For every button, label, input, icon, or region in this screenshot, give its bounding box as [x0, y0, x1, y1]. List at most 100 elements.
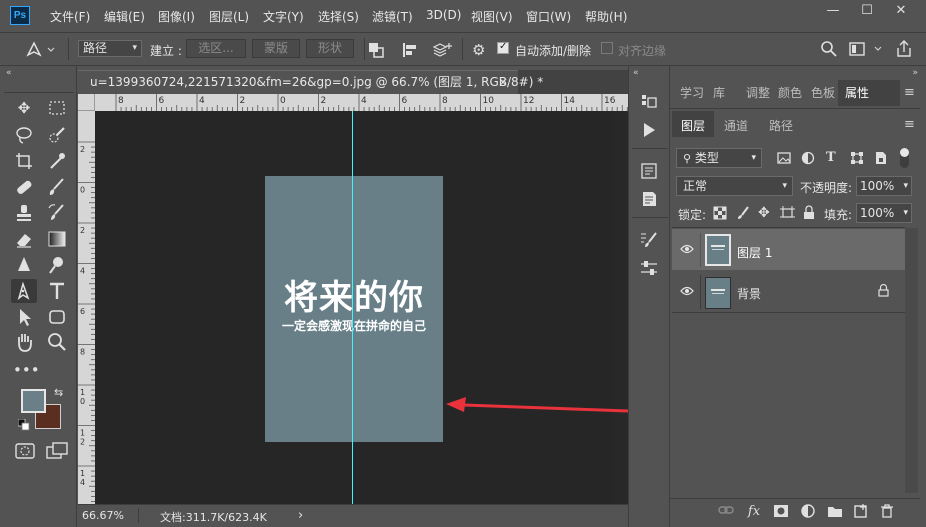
- path-alignment-icon[interactable]: [402, 42, 418, 58]
- panel-menu-icon[interactable]: ≡: [904, 85, 915, 100]
- layer-filter-select[interactable]: ⚲ 类型 ▾: [676, 148, 762, 168]
- tab-color[interactable]: 颜色: [778, 84, 802, 101]
- zoom-level[interactable]: 66.67%: [82, 509, 124, 522]
- more-tools-icon[interactable]: •••: [13, 359, 40, 381]
- filter-adjustment-layer-icon[interactable]: [801, 151, 815, 165]
- vertical-ruler[interactable]: 20246810121416: [78, 111, 95, 504]
- filter-smart-object-icon[interactable]: [874, 150, 888, 166]
- healing-brush-tool-icon[interactable]: [13, 176, 35, 198]
- tab-libraries[interactable]: 库: [713, 84, 725, 101]
- minimize-button[interactable]: —: [818, 2, 848, 20]
- auto-add-delete-checkbox[interactable]: [497, 41, 509, 54]
- tab-swatches[interactable]: 色板: [811, 84, 835, 101]
- path-arrangement-icon[interactable]: [432, 41, 452, 59]
- share-icon[interactable]: [895, 40, 913, 58]
- new-layer-icon[interactable]: [853, 504, 869, 518]
- pen-tool-icon[interactable]: [11, 279, 37, 303]
- maximize-button[interactable]: ☐: [852, 2, 882, 20]
- filter-type-layer-icon[interactable]: T: [826, 150, 836, 165]
- gradient-tool-icon[interactable]: [46, 228, 68, 250]
- menu-image[interactable]: 图像(I): [158, 8, 195, 25]
- history-brush-tool-icon[interactable]: [46, 202, 68, 224]
- lasso-tool-icon[interactable]: [13, 124, 35, 146]
- quick-selection-tool-icon[interactable]: [46, 124, 68, 146]
- gear-icon[interactable]: ⚙: [472, 41, 485, 59]
- rectangle-tool-icon[interactable]: [46, 306, 68, 328]
- fill-input[interactable]: 100% ▾: [856, 203, 912, 223]
- make-mask-button[interactable]: 蒙版: [252, 39, 300, 58]
- new-group-icon[interactable]: [827, 504, 843, 518]
- lock-position-icon[interactable]: ✥: [758, 205, 770, 221]
- screen-mode-icon[interactable]: [46, 441, 70, 461]
- menu-filter[interactable]: 滤镜(T): [372, 8, 413, 25]
- eraser-tool-icon[interactable]: [13, 228, 35, 250]
- tab-adjustments[interactable]: 调整: [746, 84, 770, 101]
- document-tab[interactable]: u=1399360724,221571320&fm=26&gp=0.jpg @ …: [78, 70, 543, 94]
- default-colors-icon[interactable]: [18, 419, 30, 431]
- status-menu-arrow[interactable]: ›: [298, 508, 303, 523]
- menu-select[interactable]: 选择(S): [318, 8, 359, 25]
- trash-icon[interactable]: [879, 504, 895, 518]
- tab-learn[interactable]: 学习: [680, 84, 704, 101]
- align-edges-checkbox[interactable]: [601, 42, 613, 54]
- path-selection-tool-icon[interactable]: [13, 306, 35, 328]
- layer-name[interactable]: 背景: [737, 285, 761, 302]
- opacity-input[interactable]: 100% ▾: [856, 176, 912, 196]
- blend-mode-select[interactable]: 正常 ▾: [676, 176, 793, 196]
- filter-shape-layer-icon[interactable]: [850, 151, 864, 165]
- swap-colors-icon[interactable]: ⇆: [54, 386, 63, 399]
- history-panel-icon[interactable]: [639, 92, 659, 112]
- menu-layer[interactable]: 图层(L): [209, 8, 249, 25]
- actions-play-icon[interactable]: [639, 120, 659, 140]
- marquee-tool-icon[interactable]: [46, 97, 68, 119]
- close-tab-icon[interactable]: ×: [498, 71, 508, 93]
- tab-channels[interactable]: 通道: [724, 117, 748, 134]
- make-selection-button[interactable]: 选区...: [186, 39, 246, 58]
- lock-image-pixels-icon[interactable]: [736, 206, 750, 220]
- notes-panel-icon[interactable]: [639, 189, 659, 209]
- dodge-tool-icon[interactable]: [46, 254, 68, 276]
- menu-help[interactable]: 帮助(H): [585, 8, 627, 25]
- menu-file[interactable]: 文件(F): [50, 8, 90, 25]
- layers-panel-menu-icon[interactable]: ≡: [904, 117, 915, 132]
- horizontal-ruler[interactable]: 8 6 4 2 0 2 4 6 8 10 12 14 16: [95, 94, 628, 111]
- collapse-panel-icon[interactable]: «: [6, 68, 12, 78]
- pen-tool-preset-icon[interactable]: [22, 39, 56, 59]
- new-adjustment-layer-icon[interactable]: [800, 504, 816, 518]
- filter-pixel-layer-icon[interactable]: [777, 151, 791, 165]
- workspace-icon[interactable]: [849, 41, 883, 57]
- blur-tool-icon[interactable]: [13, 254, 35, 276]
- menu-view[interactable]: 视图(V): [471, 8, 513, 25]
- filter-toggle[interactable]: [900, 148, 909, 168]
- path-operations-icon[interactable]: [368, 42, 384, 58]
- zoom-tool-icon[interactable]: [46, 331, 68, 353]
- layers-scrollbar[interactable]: [905, 228, 918, 493]
- eyedropper-tool-icon[interactable]: [46, 150, 68, 172]
- crop-tool-icon[interactable]: [13, 150, 35, 172]
- search-icon[interactable]: [820, 40, 838, 58]
- tab-layers[interactable]: 图层: [681, 117, 705, 134]
- brush-settings-icon[interactable]: [639, 230, 659, 250]
- clone-stamp-tool-icon[interactable]: [13, 202, 35, 224]
- layer-name[interactable]: 图层 1: [737, 244, 772, 261]
- brush-tool-icon[interactable]: [46, 176, 68, 198]
- ruler-origin[interactable]: [78, 94, 95, 111]
- tab-paths[interactable]: 路径: [769, 117, 793, 134]
- collapse-panel-icon[interactable]: »: [912, 68, 918, 78]
- lock-all-icon[interactable]: [803, 205, 815, 220]
- menu-edit[interactable]: 编辑(E): [104, 8, 145, 25]
- fx-icon[interactable]: fx: [746, 504, 762, 519]
- menu-type[interactable]: 文字(Y): [263, 8, 304, 25]
- tab-properties[interactable]: 属性: [845, 84, 869, 101]
- vertical-guide-line[interactable]: [352, 111, 353, 504]
- close-window-button[interactable]: ✕: [886, 2, 916, 20]
- lock-artboard-icon[interactable]: [780, 206, 795, 220]
- adjustments-sliders-icon[interactable]: [639, 258, 659, 278]
- visibility-eye-icon[interactable]: [680, 244, 694, 254]
- link-layers-icon[interactable]: [718, 504, 734, 516]
- move-tool-icon[interactable]: ✥: [13, 97, 35, 119]
- expand-panel-icon[interactable]: «: [633, 68, 639, 78]
- menu-3d[interactable]: 3D(D): [426, 8, 461, 22]
- add-mask-icon[interactable]: [773, 504, 789, 518]
- hand-tool-icon[interactable]: [13, 331, 35, 353]
